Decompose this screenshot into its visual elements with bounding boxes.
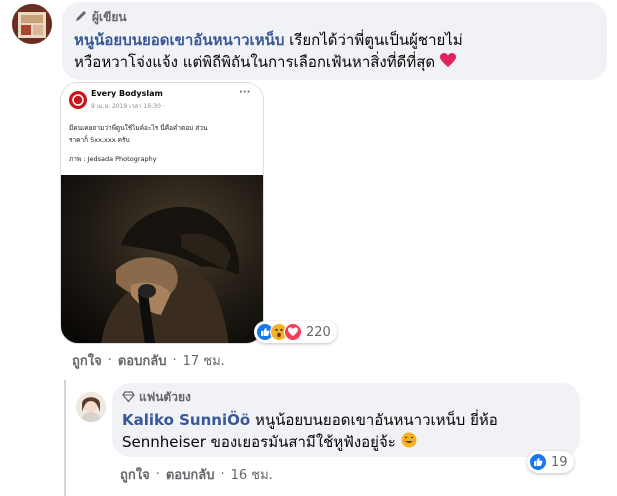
reaction-summary[interactable]: 220 [254,321,337,343]
comment-author[interactable]: Kaliko SunniÖö [122,411,250,429]
badge-label: แฟนตัวยง [139,390,191,404]
comment-bubble: ผู้เขียน หนูน้อยบนยอดเขาอันหนาวเหน็บ เรี… [62,2,607,80]
comment-author[interactable]: หนูน้อยบนยอดเขาอันหนาวเหน็บ [74,31,284,49]
more-options-icon: ··· [239,87,251,98]
comment-actions: ถูกใจ · ตอบกลับ · 17 ชม. [72,350,225,371]
comment-text-line1: เรียกได้ว่าพี่ตูนเป็นผู้ชายไม่ [289,31,463,49]
comment-text-line2: Sennheiser ของเยอรมันสามีใช้หูฟังอยู่จ้ะ [122,433,396,451]
heart-icon [439,52,456,74]
shared-post-image[interactable]: Every Bodyslam 9 เม.ย. 2019 เวลา 16:30 ·… [60,82,264,344]
reply-link[interactable]: ตอบกลับ [118,350,167,371]
smile-emoji-icon [401,432,417,454]
post-text-line1: มีคนเคยถามว่าพี่ตูนใช้ไมค์อะไร นี่คือคำต… [69,124,208,132]
like-reaction-icon [529,453,547,471]
photo-credit: ภาพ : Jedsada Photography [69,155,157,163]
post-date: 9 เม.ย. 2019 เวลา 16:30 · [91,103,165,110]
singer-photo [61,175,263,343]
reply-thread-line [64,380,66,496]
diamond-icon [122,390,135,406]
mention-link[interactable]: หนูน้อยบนยอดเขาอันหนาวเหน็บ [255,411,465,429]
separator-dot: · [155,467,160,482]
pen-icon [74,9,88,26]
like-link[interactable]: ถูกใจ [120,464,150,485]
reply-bubble: แฟนตัวยง Kaliko SunniÖö หนูน้อยบนยอดเขาอ… [112,383,580,457]
reaction-count: 220 [306,324,331,340]
reaction-count: 19 [551,454,568,470]
shared-post-header: Every Bodyslam 9 เม.ย. 2019 เวลา 16:30 ·… [61,83,263,173]
comment-actions: ถูกใจ · ตอบกลับ · 16 ชม. [120,464,273,485]
love-reaction-icon [284,323,302,341]
separator-dot: · [107,353,112,368]
comment-timestamp[interactable]: 16 ชม. [231,464,273,485]
separator-dot: · [220,467,225,482]
reaction-summary[interactable]: 19 [527,451,574,473]
reply-link[interactable]: ตอบกลับ [166,464,215,485]
comment-text-line1: ยี่ห้อ [470,411,498,429]
like-link[interactable]: ถูกใจ [72,350,102,371]
avatar[interactable] [76,392,106,422]
post-text-line2: ราคาก็ 5xx,xxx ครับ [69,136,130,144]
badge-label: ผู้เขียน [92,10,127,24]
page-logo [69,91,87,109]
comment-timestamp[interactable]: 17 ชม. [183,350,225,371]
comment-text-line2: หวือหวาโจ่งแจ้ง แต่พิถีพิถันในการเลือกเฟ… [74,53,436,71]
author-badge: ผู้เขียน [74,8,595,27]
page-name: Every Bodyslam [91,89,163,98]
separator-dot: · [172,353,177,368]
fan-badge: แฟนตัวยง [122,388,570,407]
avatar[interactable] [12,4,52,44]
